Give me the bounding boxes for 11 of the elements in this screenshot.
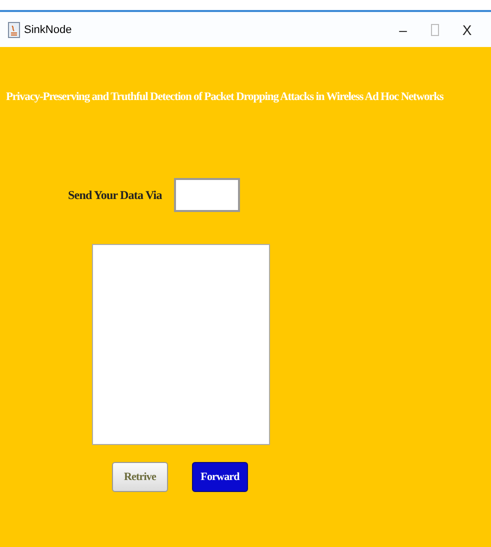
maximize-icon[interactable] <box>431 24 439 36</box>
minimize-button[interactable]: – <box>387 22 419 38</box>
send-label: Send Your Data Via <box>68 188 162 202</box>
window-title: SinkNode <box>24 24 73 36</box>
close-button[interactable]: X <box>451 22 483 38</box>
retrive-button[interactable]: Retrive <box>112 462 168 492</box>
page-heading: Privacy-Preserving and Truthful Detection of Packet Dropping Attacks in Wireless Ad Hoc Networks <box>5 91 444 103</box>
forward-button[interactable]: Forward <box>192 462 248 492</box>
app-icon <box>8 22 20 38</box>
text-area[interactable] <box>92 244 270 445</box>
input-field[interactable] <box>174 178 240 212</box>
